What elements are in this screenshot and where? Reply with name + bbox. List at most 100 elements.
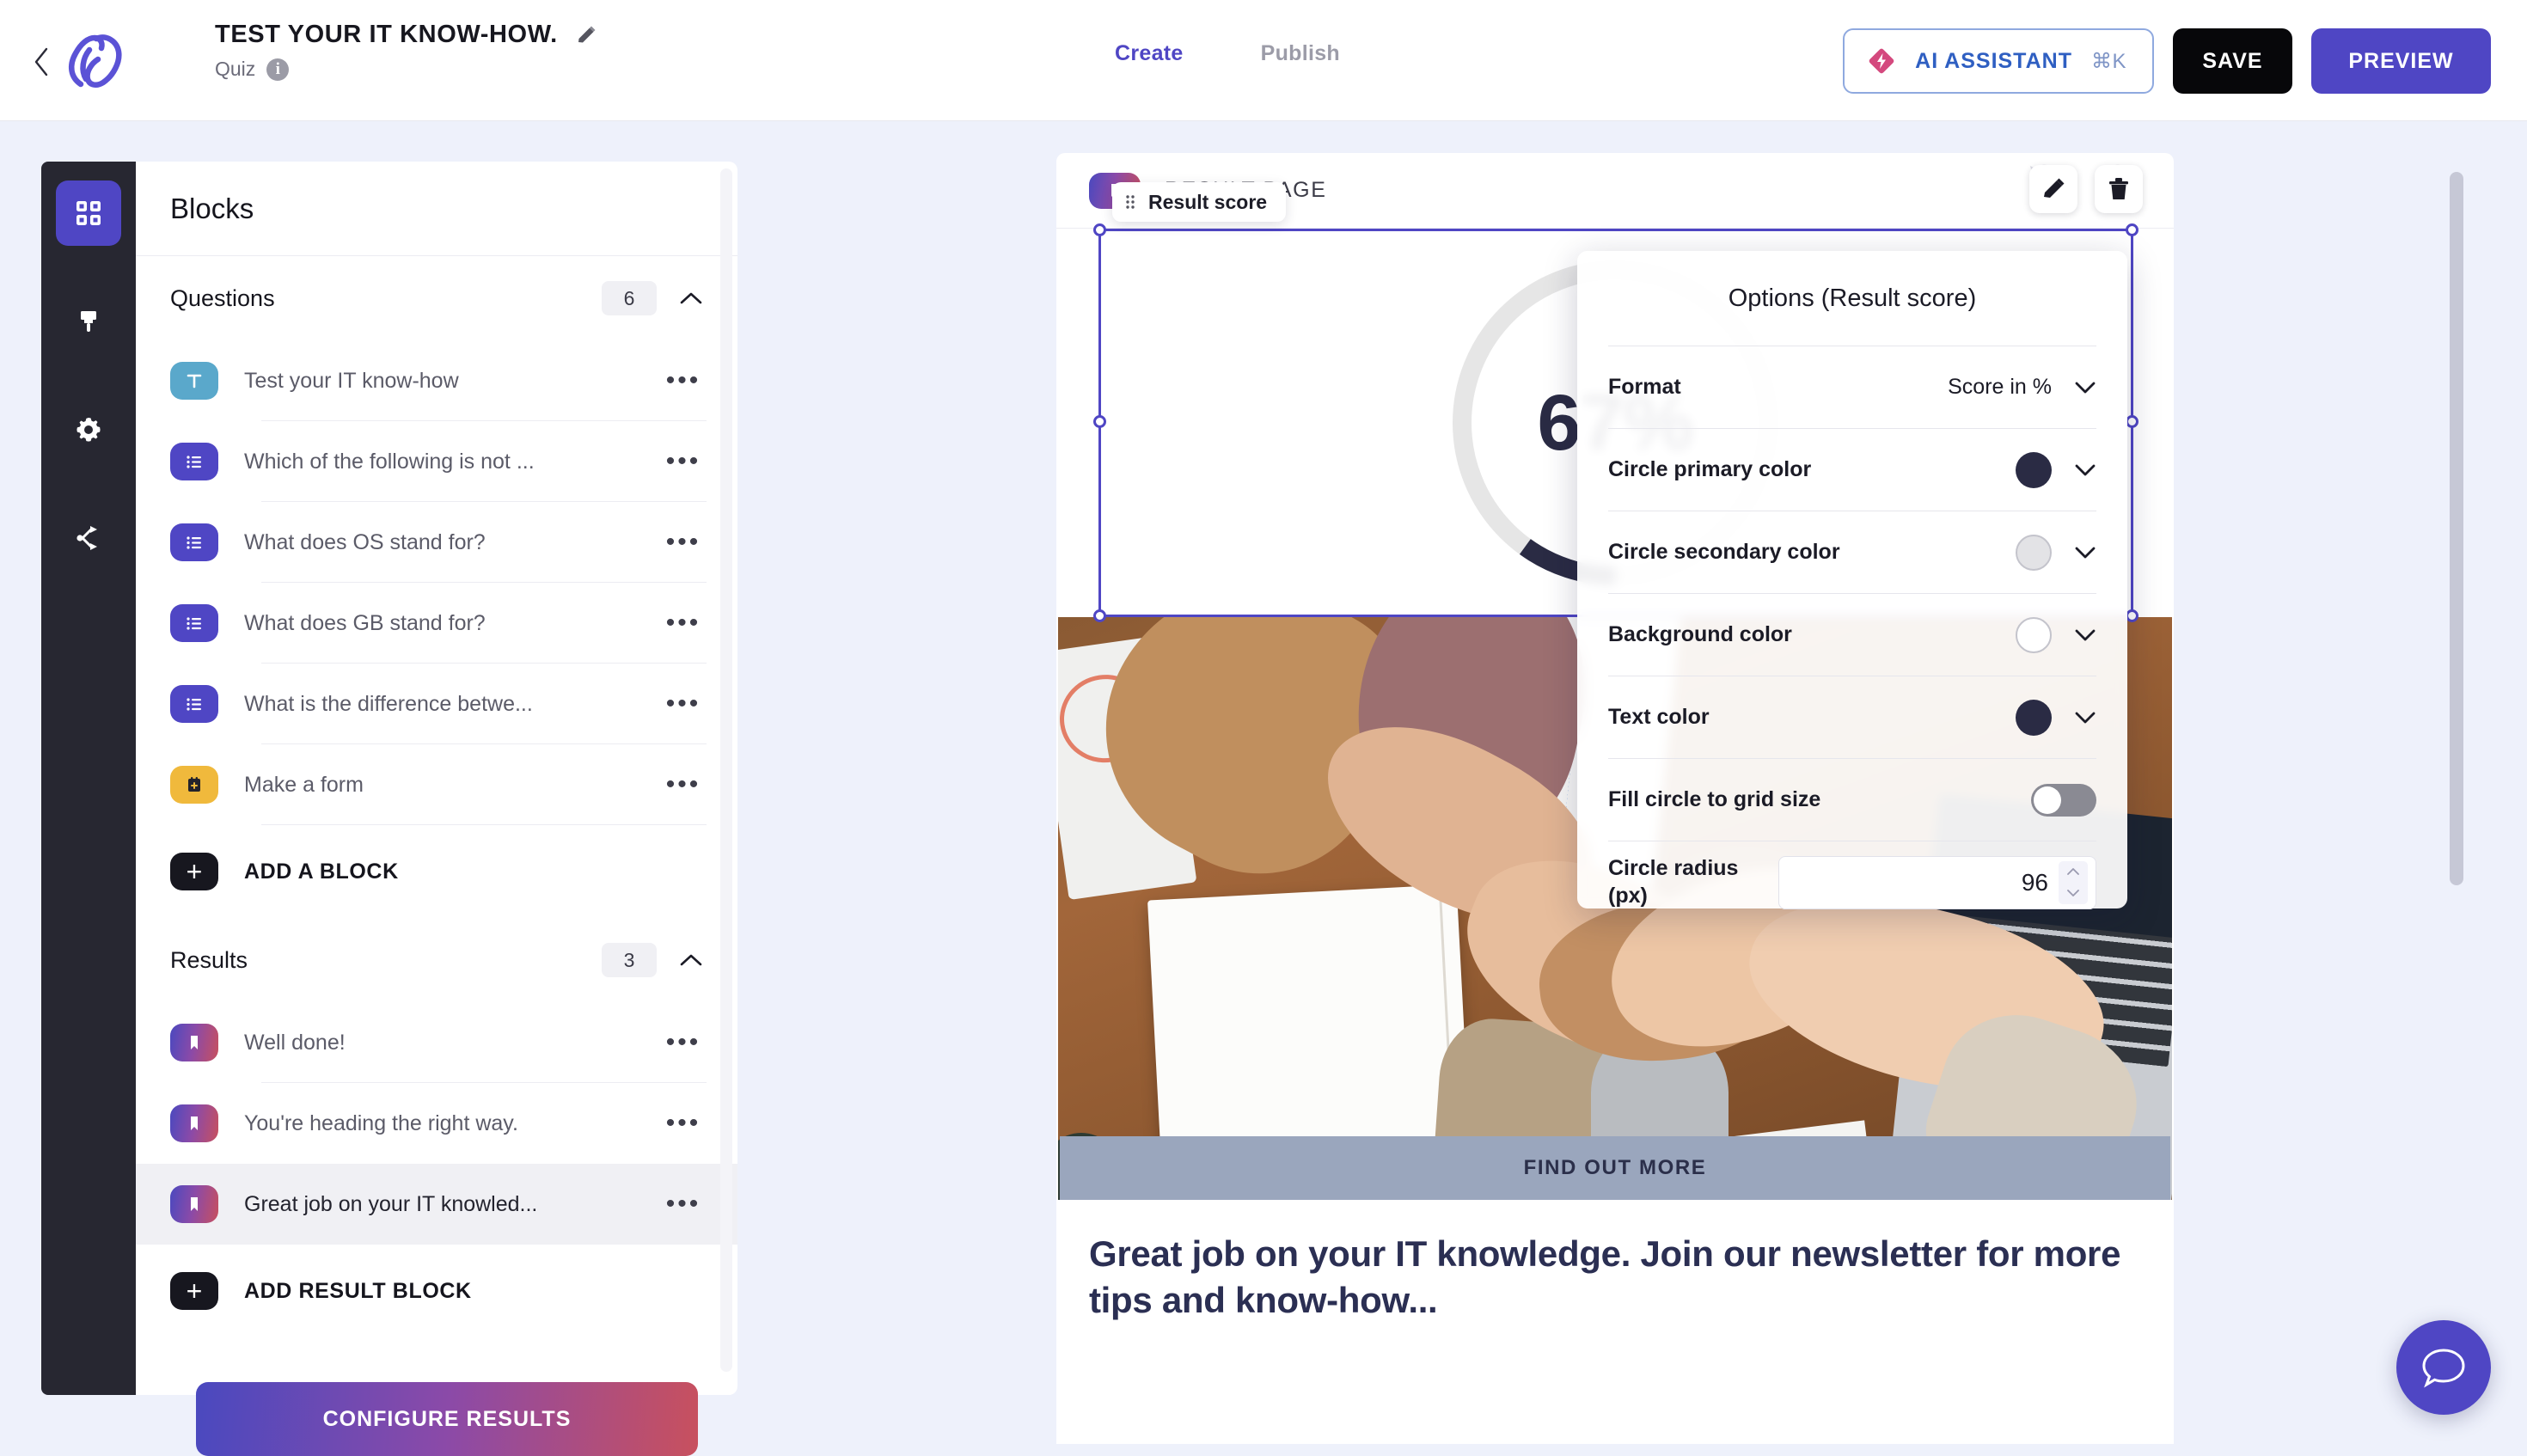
color-swatch-background[interactable] bbox=[2016, 617, 2052, 653]
chevron-left-icon bbox=[33, 47, 50, 76]
list-item-label: Well done! bbox=[244, 1031, 660, 1055]
option-row-circle-radius[interactable]: Circle radius (px) 96 bbox=[1608, 841, 2096, 923]
list-item[interactable]: You're heading the right way. ••• bbox=[136, 1083, 737, 1164]
chevron-down-icon[interactable] bbox=[2074, 541, 2096, 564]
ellipsis-icon[interactable]: ••• bbox=[660, 1191, 707, 1217]
result-block-icon bbox=[170, 1024, 218, 1061]
chevron-down-icon[interactable] bbox=[2074, 459, 2096, 481]
option-row-fill-circle[interactable]: Fill circle to grid size bbox=[1608, 758, 2096, 841]
result-text-block[interactable]: Great job on your IT knowledge. Join our… bbox=[1056, 1200, 2174, 1324]
ai-assistant-label: AI ASSISTANT bbox=[1915, 49, 2072, 74]
chevron-down-icon[interactable] bbox=[2074, 376, 2096, 399]
option-row-circle-primary-color[interactable]: Circle primary color bbox=[1608, 428, 2096, 511]
add-result-block-label: ADD RESULT BLOCK bbox=[244, 1279, 472, 1304]
choice-block-icon bbox=[170, 443, 218, 480]
chevron-up-icon[interactable] bbox=[2066, 867, 2080, 876]
edit-block-button[interactable] bbox=[2029, 165, 2077, 213]
ellipsis-icon[interactable]: ••• bbox=[660, 368, 707, 394]
tab-publish[interactable]: Publish bbox=[1261, 41, 1340, 66]
chevron-down-icon[interactable] bbox=[2074, 707, 2096, 729]
ellipsis-icon[interactable]: ••• bbox=[660, 772, 707, 798]
result-block-icon bbox=[170, 1104, 218, 1142]
choice-block-icon bbox=[170, 523, 218, 561]
top-actions: AI ASSISTANT ⌘K SAVE PREVIEW bbox=[1843, 28, 2491, 94]
sidebar-item-settings[interactable] bbox=[56, 397, 121, 462]
delete-block-button[interactable] bbox=[2095, 165, 2143, 213]
sidebar-item-logic[interactable] bbox=[56, 505, 121, 571]
page-subtype: Quiz bbox=[215, 58, 255, 81]
ellipsis-icon[interactable]: ••• bbox=[660, 449, 707, 474]
photo-notebook bbox=[1147, 884, 1471, 1171]
color-swatch-text[interactable] bbox=[2016, 700, 2052, 736]
list-item[interactable]: Well done! ••• bbox=[136, 1002, 737, 1083]
list-item-label: Make a form bbox=[244, 773, 660, 798]
option-label: Format bbox=[1608, 375, 1948, 400]
list-item[interactable]: Make a form ••• bbox=[136, 744, 737, 825]
back-button[interactable] bbox=[26, 43, 57, 81]
option-row-background-color[interactable]: Background color bbox=[1608, 593, 2096, 676]
left-rail bbox=[41, 162, 136, 1395]
option-row-format[interactable]: Format Score in % bbox=[1608, 346, 2096, 428]
chevron-up-icon[interactable] bbox=[679, 286, 703, 310]
list-item-selected[interactable]: Great job on your IT knowled... ••• bbox=[136, 1164, 737, 1245]
title-edit-pencil-icon[interactable] bbox=[575, 24, 597, 46]
add-result-block-button[interactable]: + ADD RESULT BLOCK bbox=[136, 1245, 737, 1337]
option-row-circle-secondary-color[interactable]: Circle secondary color bbox=[1608, 511, 2096, 593]
info-icon[interactable]: i bbox=[266, 58, 289, 81]
plus-icon: + bbox=[170, 1272, 218, 1310]
result-block-icon bbox=[170, 1185, 218, 1223]
add-a-block-button[interactable]: + ADD A BLOCK bbox=[136, 825, 737, 918]
plus-icon: + bbox=[170, 853, 218, 890]
chat-support-button[interactable] bbox=[2396, 1320, 2491, 1415]
option-label: Circle secondary color bbox=[1608, 540, 2016, 565]
list-item-label: Test your IT know-how bbox=[244, 369, 660, 394]
section-label-results: Results bbox=[170, 947, 602, 974]
chat-bubble-icon bbox=[2420, 1345, 2468, 1390]
pencil-icon bbox=[2041, 176, 2066, 202]
list-item-label: You're heading the right way. bbox=[244, 1111, 660, 1136]
chevron-down-icon[interactable] bbox=[2066, 889, 2080, 897]
trash-icon bbox=[2107, 176, 2131, 202]
blocks-panel-scrollbar[interactable] bbox=[720, 168, 732, 1372]
sidebar-item-blocks[interactable] bbox=[56, 180, 121, 246]
section-header-results[interactable]: Results 3 bbox=[136, 918, 737, 1002]
ellipsis-icon[interactable]: ••• bbox=[660, 1110, 707, 1136]
ellipsis-icon[interactable]: ••• bbox=[660, 610, 707, 636]
section-label-questions: Questions bbox=[170, 285, 602, 312]
list-item[interactable]: What does OS stand for? ••• bbox=[136, 502, 737, 583]
form-block-icon bbox=[170, 766, 218, 804]
sidebar-item-design[interactable] bbox=[56, 289, 121, 354]
ellipsis-icon[interactable]: ••• bbox=[660, 529, 707, 555]
circle-radius-stepper[interactable] bbox=[2059, 861, 2088, 904]
configure-results-button[interactable]: CONFIGURE RESULTS bbox=[196, 1382, 698, 1456]
color-swatch-circle-primary[interactable] bbox=[2016, 452, 2052, 488]
fill-circle-toggle[interactable] bbox=[2031, 784, 2096, 817]
save-button[interactable]: SAVE bbox=[2173, 28, 2292, 94]
page-scrollbar[interactable] bbox=[2450, 172, 2463, 885]
ellipsis-icon[interactable]: ••• bbox=[660, 1030, 707, 1055]
choice-block-icon bbox=[170, 685, 218, 723]
option-label: Text color bbox=[1608, 705, 2016, 730]
list-item-label: What does OS stand for? bbox=[244, 530, 660, 555]
list-item[interactable]: What is the difference betwe... ••• bbox=[136, 664, 737, 744]
paintbrush-icon bbox=[74, 307, 103, 336]
list-item[interactable]: Test your IT know-how ••• bbox=[136, 340, 737, 421]
list-item[interactable]: Which of the following is not ... ••• bbox=[136, 421, 737, 502]
drag-grip-icon[interactable] bbox=[1124, 193, 1136, 211]
chevron-down-icon[interactable] bbox=[2074, 624, 2096, 646]
preview-button[interactable]: PREVIEW bbox=[2311, 28, 2491, 94]
result-score-chip[interactable]: Result score bbox=[1112, 182, 1286, 222]
chevron-up-icon[interactable] bbox=[679, 948, 703, 972]
option-row-text-color[interactable]: Text color bbox=[1608, 676, 2096, 758]
tab-create[interactable]: Create bbox=[1115, 41, 1184, 66]
circle-radius-value: 96 bbox=[2022, 869, 2048, 896]
find-out-more-button[interactable]: FIND OUT MORE bbox=[1060, 1136, 2170, 1200]
options-popover: Options (Result score) Format Score in %… bbox=[1577, 251, 2127, 908]
ellipsis-icon[interactable]: ••• bbox=[660, 691, 707, 717]
option-label: Circle radius (px) bbox=[1608, 855, 1778, 909]
section-header-questions[interactable]: Questions 6 bbox=[136, 256, 737, 340]
color-swatch-circle-secondary[interactable] bbox=[2016, 535, 2052, 571]
list-item[interactable]: What does GB stand for? ••• bbox=[136, 583, 737, 664]
circle-radius-input[interactable]: 96 bbox=[1778, 856, 2096, 909]
ai-assistant-button[interactable]: AI ASSISTANT ⌘K bbox=[1843, 28, 2154, 94]
